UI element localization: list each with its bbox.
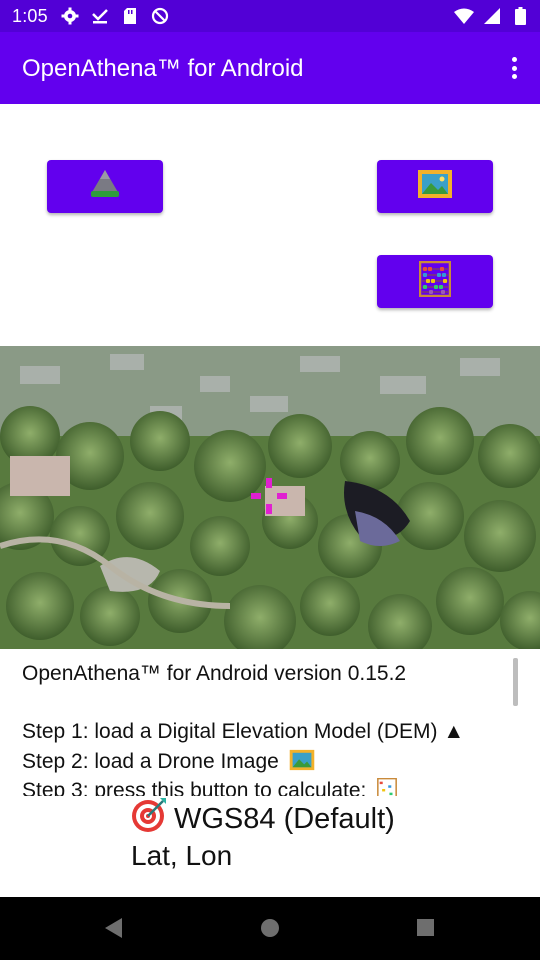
abacus-icon xyxy=(376,777,398,796)
sd-card-icon xyxy=(120,7,140,25)
load-image-button[interactable] xyxy=(377,160,493,213)
app-title: OpenAthena™ for Android xyxy=(22,55,304,82)
step3-text: Step 3: press this button to calculate: xyxy=(22,779,367,796)
coordinate-system-selector[interactable]: WGS84 (Default) xyxy=(130,798,395,838)
coordinate-system-label: WGS84 (Default) xyxy=(174,802,395,835)
cell-signal-icon xyxy=(482,7,502,25)
version-text: OpenAthena™ for Android version 0.15.2 xyxy=(22,662,407,685)
home-icon[interactable] xyxy=(261,919,279,937)
calculate-button[interactable] xyxy=(377,255,493,308)
load-dem-button[interactable] xyxy=(47,160,163,213)
app-bar: OpenAthena™ for Android xyxy=(0,32,540,104)
navigation-bar xyxy=(0,897,540,960)
step1-text: Step 1: load a Digital Elevation Model (… xyxy=(22,720,465,743)
battery-icon xyxy=(510,7,530,25)
step3-line: Step 3: press this button to calculate: xyxy=(22,777,398,796)
back-icon[interactable] xyxy=(104,917,124,944)
step2-line: Step 2: load a Drone Image xyxy=(22,749,315,777)
log-scrollbar[interactable] xyxy=(513,658,518,706)
status-time: 1:05 xyxy=(12,6,48,26)
gear-icon xyxy=(60,7,80,25)
mountain-icon xyxy=(88,167,122,206)
log-text-area[interactable]: OpenAthena™ for Android version 0.15.2 S… xyxy=(0,652,540,796)
overflow-menu-icon[interactable] xyxy=(502,54,526,82)
status-bar: 1:05 xyxy=(0,0,540,32)
app-screen: 1:05 OpenAthena™ for Android OpenAthena™… xyxy=(0,0,540,960)
framed-picture-icon xyxy=(289,749,315,777)
framed-picture-icon xyxy=(417,169,453,204)
abacus-icon xyxy=(418,260,452,302)
step2-text: Step 2: load a Drone Image xyxy=(22,750,279,773)
download-done-icon xyxy=(90,7,110,25)
coordinate-format-label: Lat, Lon xyxy=(131,840,233,871)
recents-icon[interactable] xyxy=(417,919,434,936)
aerial-photo xyxy=(0,346,540,649)
target-icon xyxy=(130,796,168,842)
no-sync-icon xyxy=(150,7,170,25)
wifi-icon xyxy=(454,7,474,25)
drone-image[interactable] xyxy=(0,346,540,649)
